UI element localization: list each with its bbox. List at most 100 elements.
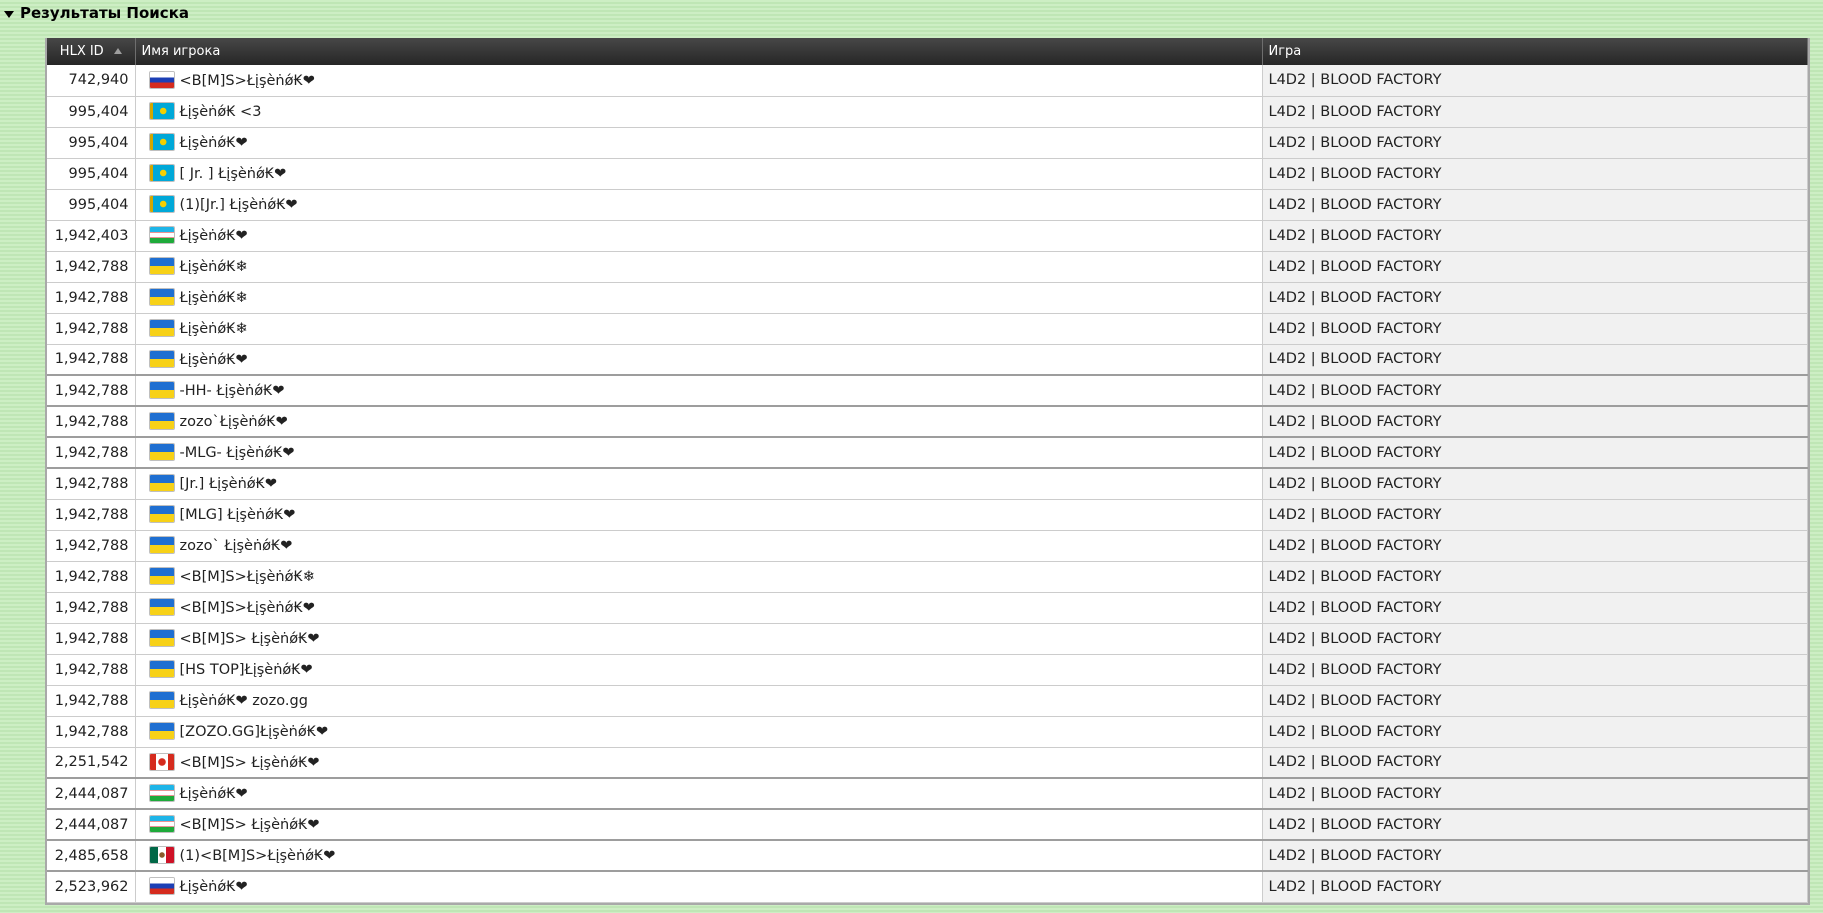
player-name-link[interactable]: <B[M]S>Łįşèṅǿ₭❤ — [180, 600, 315, 616]
player-name-link[interactable]: Łįşèṅǿ₭❤ — [180, 879, 248, 895]
game-value: L4D2 | BLOOD FACTORY — [1268, 134, 1442, 151]
player-name-link[interactable]: [Jr.] Łįşèṅǿ₭❤ — [180, 476, 278, 492]
game-value: L4D2 | BLOOD FACTORY — [1268, 413, 1442, 430]
table-row: 2,485,658 (1)<B[M]S>Łįşèṅǿ₭❤ L4D2 | BLOO… — [47, 840, 1808, 872]
flag-kz-icon — [149, 103, 174, 119]
game-value: L4D2 | BLOOD FACTORY — [1268, 165, 1442, 182]
hlx-id-cell: 1,942,788 — [47, 437, 136, 469]
player-name-cell: Łįşèṅǿ₭❤ — [135, 344, 1263, 376]
hlx-id-value: 995,404 — [68, 165, 129, 182]
game-cell: L4D2 | BLOOD FACTORY — [1262, 251, 1808, 283]
hlx-id-cell: 2,444,087 — [47, 778, 136, 810]
game-value: L4D2 | BLOOD FACTORY — [1268, 878, 1442, 895]
player-name-link[interactable]: Łįşèṅǿ₭❄ — [180, 290, 248, 306]
collapse-triangle-icon[interactable] — [4, 10, 14, 18]
table-row: 1,942,788 Łįşèṅǿ₭❄ L4D2 | BLOOD FACTORY — [47, 251, 1808, 283]
hlx-id-value: 1,942,788 — [54, 444, 129, 461]
game-value: L4D2 | BLOOD FACTORY — [1268, 196, 1442, 213]
hlx-id-cell: 1,942,788 — [47, 468, 136, 500]
player-name-link[interactable]: Łįşèṅǿ₭❤ — [180, 352, 248, 368]
player-name-link[interactable]: <B[M]S>Łįşèṅǿ₭❤ — [180, 73, 315, 89]
player-name-link[interactable]: Łįşèṅǿ₭❄ — [180, 321, 248, 337]
player-name-cell: (1)[Jr.] Łįşèṅǿ₭❤ — [135, 189, 1263, 221]
flag-ua-icon — [149, 599, 174, 615]
player-name-link[interactable]: Łįşèṅǿ₭❤ zozo.gg — [180, 693, 308, 709]
hlx-id-cell: 742,940 — [47, 65, 136, 97]
hlx-id-value: 742,940 — [68, 72, 129, 89]
game-cell: L4D2 | BLOOD FACTORY — [1262, 158, 1808, 190]
section-header-search-results[interactable]: Результаты Поиска — [4, 2, 189, 24]
sort-ascending-icon — [113, 48, 122, 54]
player-name-link[interactable]: [ZOZO.GG]Łįşèṅǿ₭❤ — [180, 724, 329, 740]
player-name-link[interactable]: -MLG- Łįşèṅǿ₭❤ — [180, 445, 295, 461]
player-name-link[interactable]: [ Jr. ] Łįşèṅǿ₭❤ — [180, 166, 287, 182]
flag-ua-icon — [149, 258, 174, 274]
player-name-link[interactable]: <B[M]S> Łįşèṅǿ₭❤ — [180, 755, 320, 771]
player-name-link[interactable]: [HS TOP]Łįşèṅǿ₭❤ — [180, 662, 313, 678]
game-value: L4D2 | BLOOD FACTORY — [1268, 320, 1442, 337]
column-header-player-name[interactable]: Имя игрока — [135, 38, 1263, 65]
hlx-id-value: 2,523,962 — [54, 878, 129, 895]
player-name-link[interactable]: zozo`Łįşèṅǿ₭❤ — [180, 414, 288, 430]
table-row: 995,404 (1)[Jr.] Łįşèṅǿ₭❤ L4D2 | BLOOD F… — [47, 189, 1808, 221]
player-name-link[interactable]: (1)[Jr.] Łįşèṅǿ₭❤ — [180, 197, 298, 213]
player-name-link[interactable]: zozo` Łįşèṅǿ₭❤ — [180, 538, 293, 554]
hlx-id-cell: 1,942,788 — [47, 375, 136, 407]
player-name-cell: Łįşèṅǿ₭ <3 — [135, 96, 1263, 128]
game-cell: L4D2 | BLOOD FACTORY — [1262, 189, 1808, 221]
game-value: L4D2 | BLOOD FACTORY — [1268, 847, 1442, 864]
player-name-link[interactable]: Łįşèṅǿ₭ <3 — [180, 104, 262, 120]
table-row: 995,404 Łįşèṅǿ₭❤ L4D2 | BLOOD FACTORY — [47, 127, 1808, 159]
player-name-link[interactable]: Łįşèṅǿ₭❄ — [180, 259, 248, 275]
game-cell: L4D2 | BLOOD FACTORY — [1262, 685, 1808, 717]
table-row: 1,942,788 [Jr.] Łįşèṅǿ₭❤ L4D2 | BLOOD FA… — [47, 468, 1808, 500]
flag-ua-icon — [149, 568, 174, 584]
column-header-game[interactable]: Игра — [1262, 38, 1808, 65]
table-row: 1,942,788 -HH- Łįşèṅǿ₭❤ L4D2 | BLOOD FAC… — [47, 375, 1808, 407]
flag-kz-icon — [149, 196, 174, 212]
game-cell: L4D2 | BLOOD FACTORY — [1262, 561, 1808, 593]
player-name-link[interactable]: -HH- Łįşèṅǿ₭❤ — [180, 383, 285, 399]
table-header-row: HLX ID Имя игрока Игра — [47, 38, 1808, 65]
player-name-cell: Łįşèṅǿ₭❤ — [135, 220, 1263, 252]
hlx-id-cell: 995,404 — [47, 96, 136, 128]
game-value: L4D2 | BLOOD FACTORY — [1268, 785, 1442, 802]
table-row: 1,942,788 zozo`Łįşèṅǿ₭❤ L4D2 | BLOOD FAC… — [47, 406, 1808, 438]
hlx-id-cell: 1,942,788 — [47, 623, 136, 655]
game-cell: L4D2 | BLOOD FACTORY — [1262, 375, 1808, 407]
flag-ua-icon — [149, 630, 174, 646]
player-name-link[interactable]: Łįşèṅǿ₭❤ — [180, 135, 248, 151]
game-cell: L4D2 | BLOOD FACTORY — [1262, 499, 1808, 531]
player-name-link[interactable]: <B[M]S> Łįşèṅǿ₭❤ — [180, 817, 320, 833]
player-name-cell: Łįşèṅǿ₭❤ — [135, 778, 1263, 810]
player-name-link[interactable]: <B[M]S> Łįşèṅǿ₭❤ — [180, 631, 320, 647]
player-name-cell: -MLG- Łįşèṅǿ₭❤ — [135, 437, 1263, 469]
table-row: 1,942,788 <B[M]S>Łįşèṅǿ₭❤ L4D2 | BLOOD F… — [47, 592, 1808, 624]
flag-ru-icon — [149, 878, 174, 895]
game-value: L4D2 | BLOOD FACTORY — [1268, 289, 1442, 306]
player-name-cell: -HH- Łįşèṅǿ₭❤ — [135, 375, 1263, 407]
player-name-link[interactable]: [MLG] Łįşèṅǿ₭❤ — [180, 507, 296, 523]
game-value: L4D2 | BLOOD FACTORY — [1268, 506, 1442, 523]
game-value: L4D2 | BLOOD FACTORY — [1268, 475, 1442, 492]
player-name-link[interactable]: <B[M]S>Łįşèṅǿ₭❄ — [180, 569, 315, 585]
flag-ua-icon — [149, 723, 174, 739]
hlx-id-cell: 1,942,788 — [47, 561, 136, 593]
player-name-link[interactable]: Łįşèṅǿ₭❤ — [180, 228, 248, 244]
game-cell: L4D2 | BLOOD FACTORY — [1262, 654, 1808, 686]
player-name-link[interactable]: Łįşèṅǿ₭❤ — [180, 786, 248, 802]
player-name-cell: Łįşèṅǿ₭❤ — [135, 871, 1263, 903]
column-header-hlx-id[interactable]: HLX ID — [47, 38, 136, 65]
hlx-id-cell: 1,942,788 — [47, 251, 136, 283]
table-row: 2,444,087 Łįşèṅǿ₭❤ L4D2 | BLOOD FACTORY — [47, 778, 1808, 810]
game-value: L4D2 | BLOOD FACTORY — [1268, 599, 1442, 616]
hlx-id-cell: 1,942,788 — [47, 530, 136, 562]
hlx-id-value: 1,942,788 — [54, 723, 129, 740]
hlx-id-cell: 1,942,788 — [47, 654, 136, 686]
flag-mx-icon — [149, 847, 174, 863]
player-name-link[interactable]: (1)<B[M]S>Łįşèṅǿ₭❤ — [180, 848, 336, 864]
section-title: Результаты Поиска — [20, 4, 189, 22]
flag-ua-icon — [149, 444, 174, 460]
flag-ua-icon — [149, 661, 174, 677]
hlx-id-cell: 1,942,403 — [47, 220, 136, 252]
